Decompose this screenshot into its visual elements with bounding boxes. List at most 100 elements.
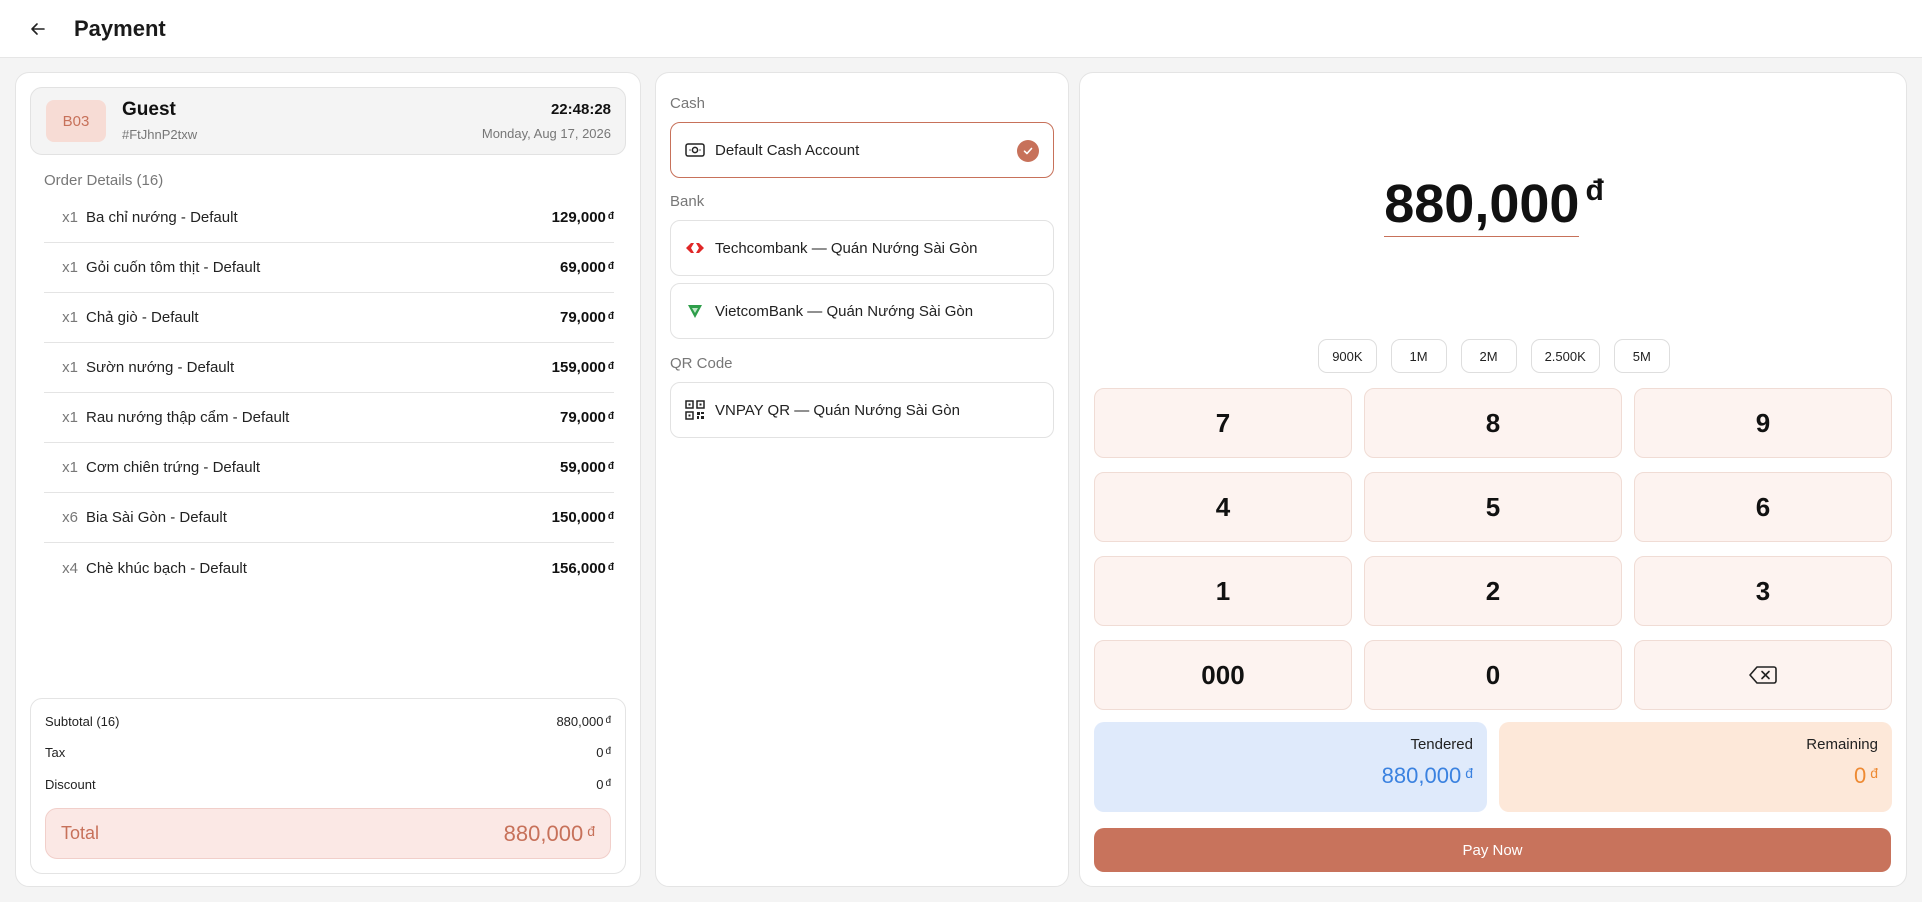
subtotal-amount: 880,000 — [556, 713, 604, 729]
method-techcombank[interactable]: Techcombank — Quán Nướng Sài Gòn — [670, 220, 1054, 276]
qr-section-label: QR Code — [670, 355, 733, 372]
currency-symbol: đ — [607, 511, 614, 522]
table-badge: B03 — [46, 100, 106, 142]
item-name: Bia Sài Gòn - Default — [86, 509, 227, 526]
item-price: 150,000 đ — [552, 509, 614, 526]
currency-symbol: đ — [587, 822, 595, 839]
list-item: x6 Bia Sài Gòn - Default 150,000 đ — [44, 493, 614, 543]
discount-value: 0đ — [596, 777, 611, 792]
list-item: x1 Gỏi cuốn tôm thịt - Default 69,000 đ — [44, 243, 614, 293]
item-price: 129,000 đ — [552, 209, 614, 226]
item-name: Chả giò - Default — [86, 309, 199, 326]
item-qty: x1 — [62, 309, 78, 326]
method-label: Default Cash Account — [715, 141, 860, 159]
item-price-value: 59,000 — [560, 459, 606, 476]
key-4[interactable]: 4 — [1094, 472, 1352, 542]
method-vnpay-qr[interactable]: VNPAY QR — Quán Nướng Sài Gòn — [670, 382, 1054, 438]
item-qty: x1 — [62, 209, 78, 226]
method-label: VietcomBank — Quán Nướng Sài Gòn — [715, 302, 974, 320]
currency-symbol: đ — [607, 311, 614, 322]
method-vietcombank[interactable]: VietcomBank — Quán Nướng Sài Gòn — [670, 283, 1054, 339]
order-panel: B03 Guest #FtJhnP2txw 22:48:28 Monday, A… — [15, 72, 641, 887]
quick-amount-button[interactable]: 2M — [1460, 339, 1517, 373]
item-price-value: 159,000 — [551, 359, 606, 376]
key-0[interactable]: 0 — [1364, 640, 1622, 710]
item-name: Ba chỉ nướng - Default — [86, 209, 238, 226]
amount-input[interactable]: 880,000 đ — [1384, 173, 1604, 237]
method-label: VNPAY QR — Quán Nướng Sài Gòn — [715, 401, 960, 419]
quick-amounts: 900K 1M 2M 2.500K 5M — [1080, 339, 1908, 373]
subtotal-row: Subtotal (16) 880,000 đ — [45, 711, 611, 731]
currency-symbol: đ — [1465, 765, 1473, 781]
currency-symbol: đ — [607, 461, 614, 472]
currency-symbol: đ — [605, 745, 611, 757]
tendered-amount: 880,000 — [1381, 763, 1462, 788]
item-price: 59,000 đ — [560, 459, 614, 476]
item-price-value: 156,000 — [551, 559, 606, 577]
order-details-title: Order Details (16) — [44, 172, 164, 189]
order-time: 22:48:28 — [550, 101, 611, 118]
list-item: x1 Rau nướng thập cẩm - Default 79,000 đ — [44, 393, 614, 443]
item-price: 159,000 đ — [552, 359, 614, 376]
item-price-value: 150,000 — [551, 509, 606, 526]
item-price-value: 79,000 — [560, 409, 606, 426]
item-qty: x1 — [62, 359, 78, 376]
backspace-button[interactable] — [1634, 640, 1892, 710]
method-cash-default[interactable]: Default Cash Account — [670, 122, 1054, 178]
tendered-value: 880,000 đ — [1108, 763, 1473, 789]
amount-display: 880,000 đ — [1080, 173, 1908, 237]
order-date: Monday, Aug 17, 2026 — [481, 126, 611, 141]
key-6[interactable]: 6 — [1634, 472, 1892, 542]
cash-section-label: Cash — [670, 95, 706, 112]
quick-amount-button[interactable]: 1M — [1390, 339, 1447, 373]
back-button[interactable] — [18, 9, 58, 49]
currency-symbol: đ — [607, 561, 614, 573]
tendered-label: Tendered — [1410, 736, 1473, 753]
key-9[interactable]: 9 — [1634, 388, 1892, 458]
item-qty: x1 — [62, 459, 78, 476]
remaining-value: 0đ — [1513, 763, 1878, 789]
page-title: Payment — [74, 15, 166, 41]
currency-symbol: đ — [607, 411, 614, 422]
method-label: Techcombank — Quán Nướng Sài Gòn — [715, 239, 978, 257]
key-7[interactable]: 7 — [1094, 388, 1352, 458]
vietcombank-logo-icon — [685, 301, 705, 321]
payment-methods-panel: Cash Default Cash Account Bank Techcomba… — [655, 72, 1069, 887]
quick-amount-button[interactable]: 900K — [1318, 339, 1377, 373]
quick-amount-button[interactable]: 5M — [1613, 339, 1670, 373]
key-3[interactable]: 3 — [1634, 556, 1892, 626]
currency-symbol: đ — [1585, 174, 1604, 207]
item-price-value: 79,000 — [560, 309, 606, 326]
amount-value: 880,000 — [1384, 174, 1580, 237]
customer-name: Guest — [122, 99, 176, 120]
key-2[interactable]: 2 — [1364, 556, 1622, 626]
list-item: x1 Cơm chiên trứng - Default 59,000 đ — [44, 443, 614, 493]
key-5[interactable]: 5 — [1364, 472, 1622, 542]
discount-row: Discount 0đ — [45, 774, 611, 794]
currency-symbol: đ — [605, 777, 611, 789]
key-8[interactable]: 8 — [1364, 388, 1622, 458]
total-box: Total 880,000 đ — [45, 808, 611, 859]
tax-row: Tax 0đ — [45, 742, 611, 762]
tax-label: Tax — [45, 744, 66, 760]
key-1[interactable]: 1 — [1094, 556, 1352, 626]
discount-amount: 0 — [596, 776, 604, 792]
list-item: x1 Sườn nướng - Default 159,000 đ — [44, 343, 614, 393]
item-name: Chè khúc bạch - Default — [86, 559, 247, 577]
item-qty: x4 — [62, 559, 78, 577]
header-bar: Payment — [0, 0, 1922, 58]
item-price-value: 69,000 — [560, 259, 606, 276]
discount-label: Discount — [45, 776, 96, 792]
remaining-label: Remaining — [1806, 736, 1878, 753]
pay-now-button[interactable]: Pay Now — [1094, 828, 1891, 872]
item-price: 69,000 đ — [560, 259, 614, 276]
item-qty: x1 — [62, 259, 78, 276]
key-000[interactable]: 000 — [1094, 640, 1352, 710]
quick-amount-button[interactable]: 2.500K — [1530, 339, 1600, 373]
item-name: Sườn nướng - Default — [86, 359, 235, 376]
currency-symbol: đ — [607, 361, 614, 372]
qr-code-icon — [685, 400, 705, 420]
total-amount: 880,000 — [503, 820, 584, 846]
remaining-box: Remaining 0đ — [1499, 722, 1892, 812]
summary-card: Subtotal (16) 880,000 đ Tax 0đ Discount 0… — [30, 698, 626, 874]
